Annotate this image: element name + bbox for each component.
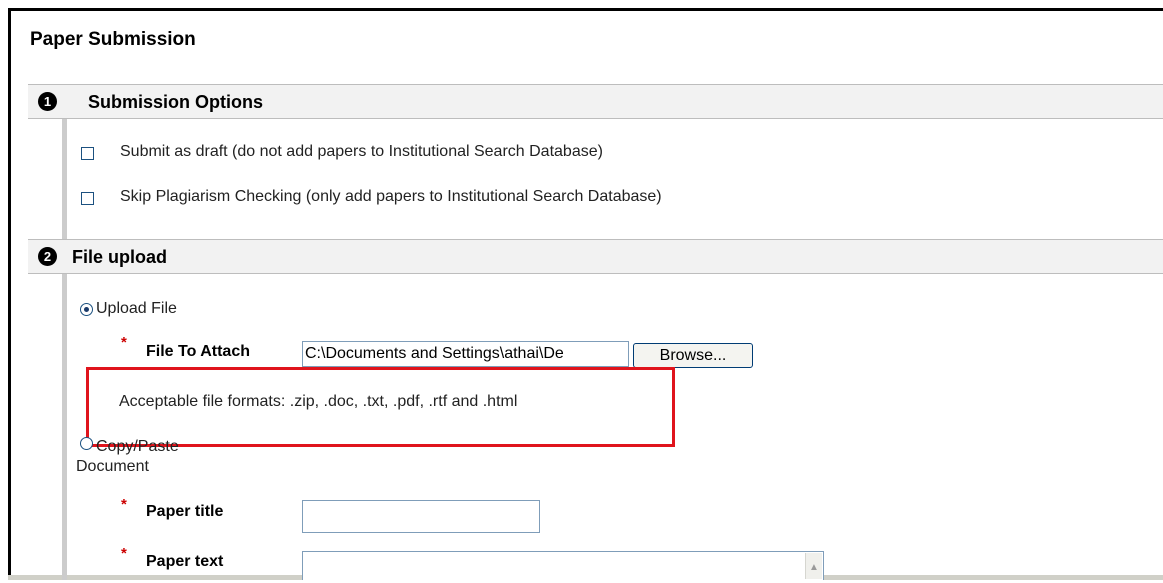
upload-file-label[interactable]: Upload File [96,300,177,318]
section-header-file-upload: 2 File upload [28,239,1163,274]
section-title: File upload [72,247,168,267]
copy-paste-radio[interactable] [80,437,93,450]
page-title: Paper Submission [30,29,196,50]
file-to-attach-label: File To Attach [146,343,250,360]
paper-text-label: Paper text [146,553,224,570]
skip-plagiarism-label[interactable]: Skip Plagiarism Checking (only add paper… [120,188,662,206]
required-marker: * [121,496,127,513]
upload-file-radio[interactable] [80,303,93,316]
page: Paper Submission 1 Submission Options Su… [0,0,1163,580]
highlight-annotation-box [86,367,675,447]
submit-as-draft-label[interactable]: Submit as draft (do not add papers to In… [120,143,603,161]
step-number-icon: 1 [38,92,57,111]
required-marker: * [121,334,127,351]
file-path-input[interactable]: C:\Documents and Settings\athai\De [302,341,629,367]
section-header-submission-options: 1 Submission Options [28,84,1163,119]
copy-paste-label-line2[interactable]: Document [76,458,149,476]
paper-text-area[interactable]: ▲ [302,551,824,580]
paper-title-label: Paper title [146,503,224,520]
submit-as-draft-checkbox[interactable] [81,147,94,160]
required-marker: * [121,545,127,562]
radio-selected-dot [84,307,89,312]
section-indent-bar [62,119,67,239]
step-number-icon: 2 [38,247,57,266]
scroll-up-icon[interactable]: ▲ [805,553,822,579]
browse-button[interactable]: Browse... [633,343,753,368]
copy-paste-label[interactable]: Copy/Paste [96,438,179,456]
section-title: Submission Options [88,92,264,112]
section-indent-bar [62,274,67,580]
paper-title-input[interactable] [302,500,540,533]
window-border-top [8,8,1163,11]
window-border-left [8,8,11,580]
skip-plagiarism-checkbox[interactable] [81,192,94,205]
